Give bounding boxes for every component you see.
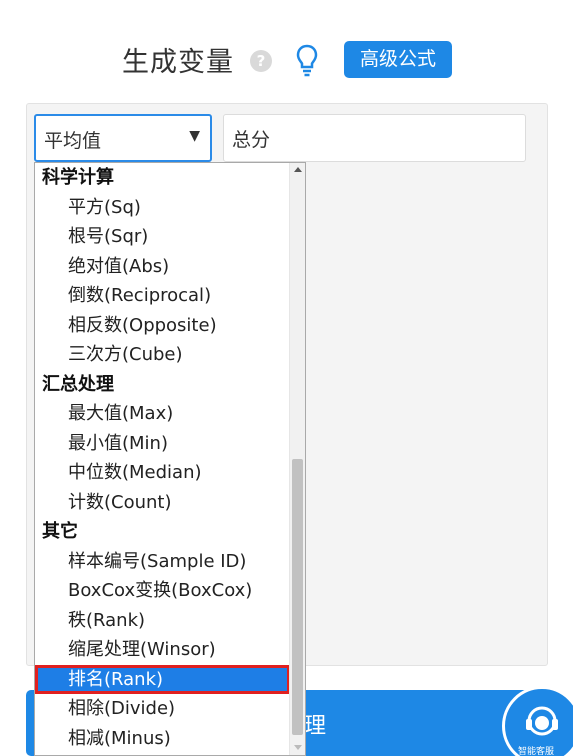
- scroll-down-icon[interactable]: [294, 745, 302, 750]
- dropdown-scrollbar[interactable]: [289, 163, 305, 755]
- option-winsor[interactable]: 缩尾处理(Winsor): [35, 635, 290, 665]
- option-min[interactable]: 最小值(Min): [35, 429, 290, 459]
- service-label: 智能客服: [518, 747, 555, 756]
- option-rank-selected[interactable]: 排名(Rank): [35, 664, 290, 694]
- advanced-formula-button[interactable]: 高级公式: [344, 41, 452, 78]
- function-dropdown[interactable]: 科学计算 平方(Sq) 根号(Sqr) 绝对值(Abs) 倒数(Reciproc…: [34, 162, 306, 756]
- option-cube[interactable]: 三次方(Cube): [35, 340, 290, 370]
- dropdown-list: 科学计算 平方(Sq) 根号(Sqr) 绝对值(Abs) 倒数(Reciproc…: [35, 163, 290, 753]
- option-sq[interactable]: 平方(Sq): [35, 193, 290, 223]
- header: 生成变量 ? 高级公式: [0, 0, 573, 100]
- function-select-value: 平均值: [44, 130, 102, 152]
- option-abs[interactable]: 绝对值(Abs): [35, 252, 290, 282]
- option-minus[interactable]: 相减(Minus): [35, 724, 290, 754]
- page-title: 生成变量: [122, 47, 234, 78]
- caret-down-icon: ▼: [189, 128, 200, 144]
- scroll-up-icon[interactable]: [294, 167, 302, 172]
- option-reciprocal[interactable]: 倒数(Reciprocal): [35, 281, 290, 311]
- option-sqr[interactable]: 根号(Sqr): [35, 222, 290, 252]
- group-header: 科学计算: [42, 167, 114, 188]
- option-max[interactable]: 最大值(Max): [35, 399, 290, 429]
- bulb-icon[interactable]: [295, 44, 319, 78]
- option-median[interactable]: 中位数(Median): [35, 458, 290, 488]
- variable-name-input[interactable]: [223, 114, 526, 162]
- option-sample-id[interactable]: 样本编号(Sample ID): [35, 547, 290, 577]
- option-rank-order[interactable]: 秩(Rank): [35, 606, 290, 636]
- help-icon[interactable]: ?: [250, 50, 272, 72]
- option-divide[interactable]: 相除(Divide): [35, 694, 290, 724]
- option-boxcox[interactable]: BoxCox变换(BoxCox): [35, 576, 290, 606]
- option-opposite[interactable]: 相反数(Opposite): [35, 311, 290, 341]
- group-header: 汇总处理: [42, 373, 114, 395]
- function-select[interactable]: 平均值 ▼: [34, 114, 212, 162]
- process-button-label: 理: [304, 714, 327, 739]
- option-count[interactable]: 计数(Count): [35, 488, 290, 518]
- scroll-thumb[interactable]: [292, 459, 303, 735]
- group-header: 其它: [42, 521, 78, 542]
